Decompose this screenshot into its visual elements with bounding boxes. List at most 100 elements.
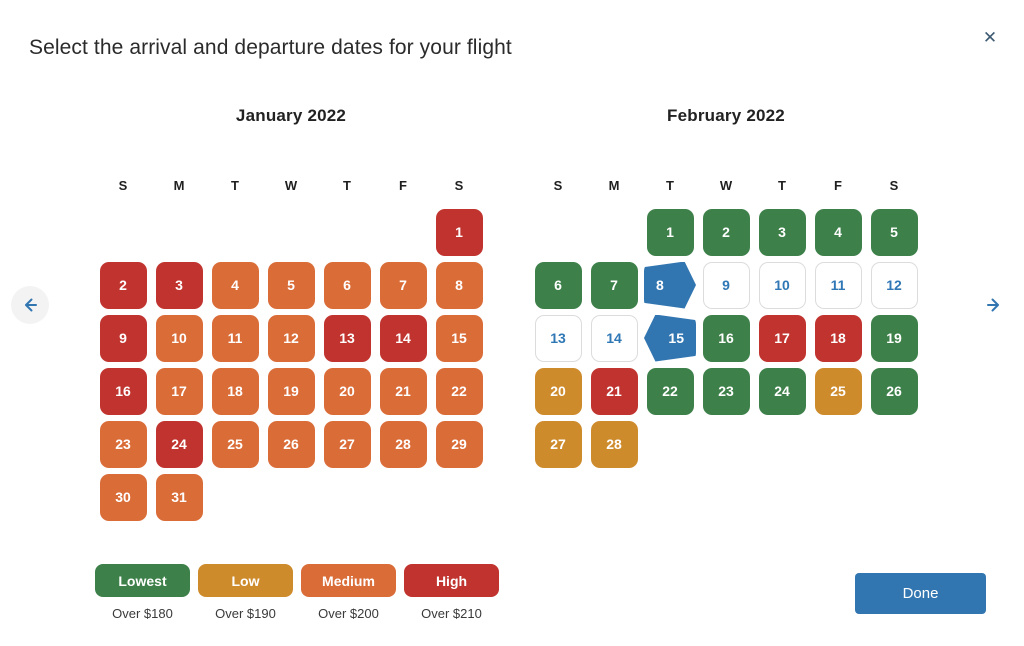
- day-3[interactable]: 3: [155, 261, 203, 309]
- day-15[interactable]: 15: [644, 314, 696, 362]
- empty-day: [324, 474, 371, 521]
- day-5[interactable]: 5: [870, 208, 918, 256]
- calendar-week-row: 6 7 8 9 10 11 12: [530, 260, 922, 310]
- day-29[interactable]: 29: [435, 420, 483, 468]
- day-7[interactable]: 7: [379, 261, 427, 309]
- day-4[interactable]: 4: [211, 261, 259, 309]
- calendar-cell: 17: [151, 366, 207, 416]
- day-19[interactable]: 19: [267, 367, 315, 415]
- day-18[interactable]: 18: [814, 314, 862, 362]
- day-17[interactable]: 17: [155, 367, 203, 415]
- calendar-cell: [754, 419, 810, 469]
- day-4[interactable]: 4: [814, 208, 862, 256]
- calendar-cell: [207, 472, 263, 522]
- empty-day: [436, 474, 483, 521]
- calendar-cell: [263, 472, 319, 522]
- day-28[interactable]: 28: [590, 420, 638, 468]
- day-25[interactable]: 25: [211, 420, 259, 468]
- calendar-cell: 31: [151, 472, 207, 522]
- arrow-left-icon: [25, 298, 37, 312]
- close-icon[interactable]: ✕: [979, 26, 1001, 48]
- weekday-label: W: [284, 178, 298, 193]
- day-1[interactable]: 1: [646, 208, 694, 256]
- day-16[interactable]: 16: [702, 314, 750, 362]
- calendar-week-row: 13 14 15 16 17 18 19: [530, 313, 922, 363]
- calendar-cell: 28: [586, 419, 642, 469]
- previous-month-button[interactable]: [11, 286, 49, 324]
- weekday-label: S: [553, 178, 563, 193]
- day-8[interactable]: 8: [435, 261, 483, 309]
- day-25[interactable]: 25: [814, 367, 862, 415]
- next-month-button[interactable]: [975, 286, 1013, 324]
- weekday-label: S: [454, 178, 464, 193]
- empty-day: [380, 209, 427, 256]
- calendar-cell: 5: [866, 207, 922, 257]
- day-14[interactable]: 14: [590, 314, 638, 362]
- calendar-cell: 3: [754, 207, 810, 257]
- legend-item-high: High Over $210: [404, 564, 499, 621]
- day-10[interactable]: 10: [758, 261, 806, 309]
- legend-chip-low: Low: [198, 564, 293, 597]
- day-12[interactable]: 12: [870, 261, 918, 309]
- weekday-label: S: [889, 178, 899, 193]
- day-6[interactable]: 6: [323, 261, 371, 309]
- calendar-cell: 18: [207, 366, 263, 416]
- empty-day: [759, 421, 806, 468]
- day-24[interactable]: 24: [155, 420, 203, 468]
- calendar-cell: 12: [866, 260, 922, 310]
- day-2[interactable]: 2: [99, 261, 147, 309]
- legend-item-low: Low Over $190: [198, 564, 293, 621]
- day-23[interactable]: 23: [702, 367, 750, 415]
- day-5[interactable]: 5: [267, 261, 315, 309]
- day-17[interactable]: 17: [758, 314, 806, 362]
- day-21[interactable]: 21: [590, 367, 638, 415]
- calendar-cell: 2: [95, 260, 151, 310]
- calendar-cell: 16: [95, 366, 151, 416]
- day-13[interactable]: 13: [534, 314, 582, 362]
- legend-chip-lowest: Lowest: [95, 564, 190, 597]
- day-26[interactable]: 26: [267, 420, 315, 468]
- day-3[interactable]: 3: [758, 208, 806, 256]
- day-31[interactable]: 31: [155, 473, 203, 521]
- calendar-cell: 20: [530, 366, 586, 416]
- day-9[interactable]: 9: [702, 261, 750, 309]
- day-27[interactable]: 27: [534, 420, 582, 468]
- day-22[interactable]: 22: [646, 367, 694, 415]
- day-2[interactable]: 2: [702, 208, 750, 256]
- day-22[interactable]: 22: [435, 367, 483, 415]
- day-8[interactable]: 8: [644, 261, 696, 309]
- done-button[interactable]: Done: [855, 573, 986, 614]
- day-6[interactable]: 6: [534, 261, 582, 309]
- day-19[interactable]: 19: [870, 314, 918, 362]
- day-23[interactable]: 23: [99, 420, 147, 468]
- day-14[interactable]: 14: [379, 314, 427, 362]
- day-27[interactable]: 27: [323, 420, 371, 468]
- weekday-label: F: [834, 178, 842, 193]
- calendar-cell: [431, 472, 487, 522]
- day-13[interactable]: 13: [323, 314, 371, 362]
- day-20[interactable]: 20: [534, 367, 582, 415]
- day-12[interactable]: 12: [267, 314, 315, 362]
- legend-item-lowest: Lowest Over $180: [95, 564, 190, 621]
- calendar-week-row: 30 31: [95, 472, 487, 522]
- day-7[interactable]: 7: [590, 261, 638, 309]
- day-21[interactable]: 21: [379, 367, 427, 415]
- day-9[interactable]: 9: [99, 314, 147, 362]
- day-1[interactable]: 1: [435, 208, 483, 256]
- day-11[interactable]: 11: [211, 314, 259, 362]
- day-20[interactable]: 20: [323, 367, 371, 415]
- day-16[interactable]: 16: [99, 367, 147, 415]
- day-28[interactable]: 28: [379, 420, 427, 468]
- day-15[interactable]: 15: [435, 314, 483, 362]
- day-30[interactable]: 30: [99, 473, 147, 521]
- empty-day: [380, 474, 427, 521]
- calendar-cell: 10: [151, 313, 207, 363]
- calendar-cell: 23: [95, 419, 151, 469]
- day-11[interactable]: 11: [814, 261, 862, 309]
- day-26[interactable]: 26: [870, 367, 918, 415]
- calendar-cell: [319, 207, 375, 257]
- day-18[interactable]: 18: [211, 367, 259, 415]
- day-24[interactable]: 24: [758, 367, 806, 415]
- day-10[interactable]: 10: [155, 314, 203, 362]
- calendar-week-row: 2345678: [95, 260, 487, 310]
